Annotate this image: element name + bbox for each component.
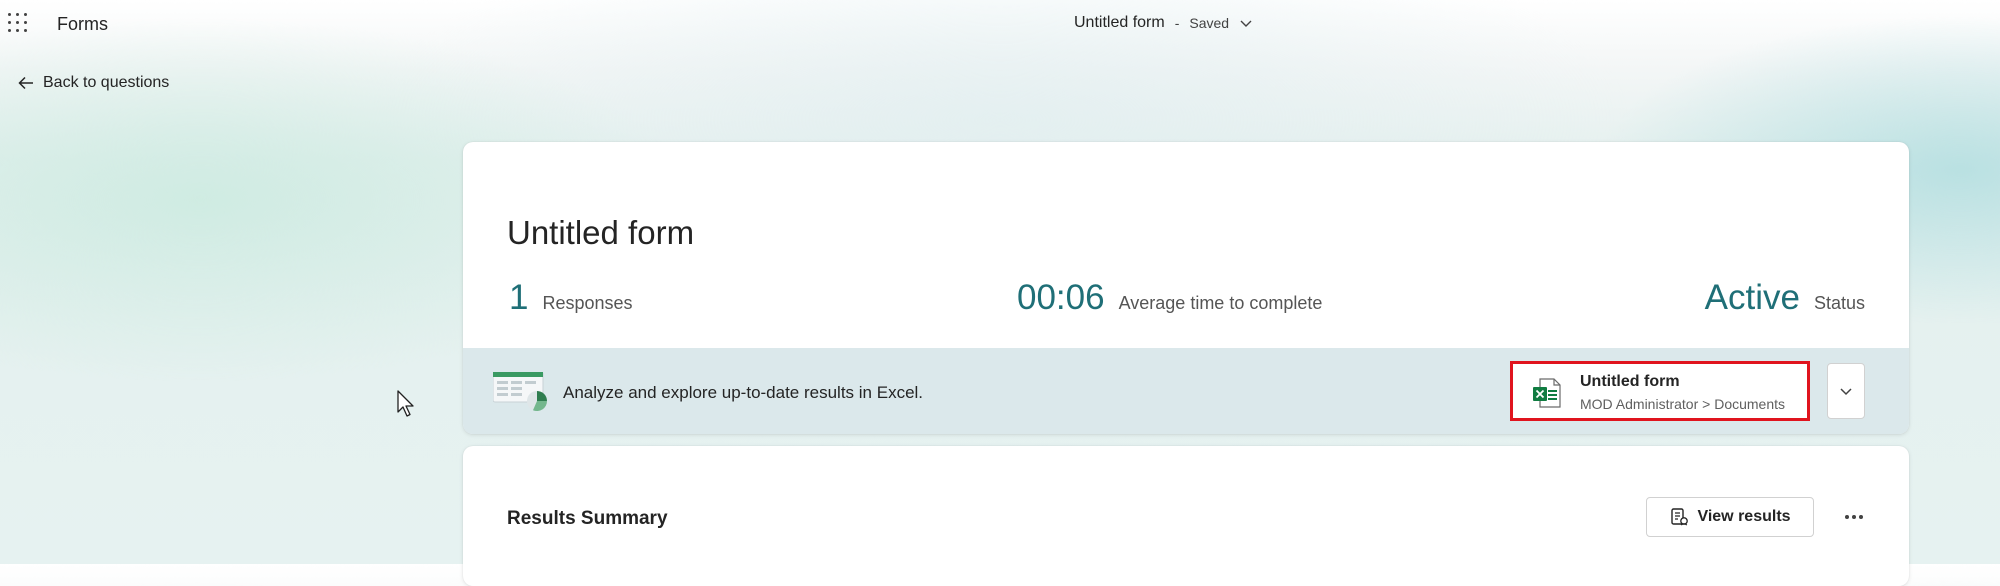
chevron-down-icon xyxy=(1840,388,1852,396)
more-options-icon xyxy=(1845,515,1863,519)
responses-stat: 1 Responses xyxy=(509,278,633,318)
form-title: Untitled form xyxy=(507,214,695,251)
excel-file-button[interactable]: Untitled form MOD Administrator > Docume… xyxy=(1510,361,1810,421)
top-bar: Forms Untitled form - Saved xyxy=(0,0,2000,48)
chevron-down-icon xyxy=(1240,20,1252,27)
view-results-icon xyxy=(1671,508,1689,526)
results-summary-card: Results Summary View results xyxy=(463,446,1909,586)
excel-message: Analyze and explore up-to-date results i… xyxy=(563,383,924,402)
back-link-label: Back to questions xyxy=(43,74,170,91)
mouse-cursor-icon xyxy=(397,390,414,417)
avg-time-value: 00:06 xyxy=(1017,278,1105,317)
doc-title-separator: - xyxy=(1174,15,1180,31)
status-label: Status xyxy=(1813,293,1865,313)
back-to-questions-link[interactable]: Back to questions xyxy=(17,74,169,92)
summary-card: Untitled form 1 Responses 00:06 Average … xyxy=(463,142,1909,434)
more-options-button[interactable] xyxy=(1837,502,1871,532)
excel-options-button[interactable] xyxy=(1827,363,1865,419)
view-results-label: View results xyxy=(1697,508,1791,525)
arrow-left-icon xyxy=(18,76,33,90)
avg-time-label: Average time to complete xyxy=(1118,293,1323,313)
excel-file-path: MOD Administrator > Documents xyxy=(1580,396,1786,412)
view-results-button[interactable]: View results xyxy=(1646,497,1814,537)
excel-banner: Analyze and explore up-to-date results i… xyxy=(463,348,1909,434)
status-value: Active xyxy=(1704,278,1800,317)
doc-title-menu[interactable]: Untitled form - Saved xyxy=(1074,14,1253,32)
excel-file-icon xyxy=(1533,378,1561,408)
results-summary-title: Results Summary xyxy=(507,508,668,529)
app-launcher-icon[interactable] xyxy=(8,13,28,33)
app-name[interactable]: Forms xyxy=(57,14,108,35)
avg-time-stat: 00:06 Average time to complete xyxy=(1017,278,1322,318)
responses-label: Responses xyxy=(542,293,633,313)
excel-file-name: Untitled form xyxy=(1580,373,1680,390)
doc-title: Untitled form xyxy=(1074,14,1165,31)
status-stat: Active Status xyxy=(1705,278,1865,318)
excel-analysis-illustration xyxy=(493,372,548,412)
responses-count: 1 xyxy=(509,278,529,317)
save-status: Saved xyxy=(1189,15,1230,31)
